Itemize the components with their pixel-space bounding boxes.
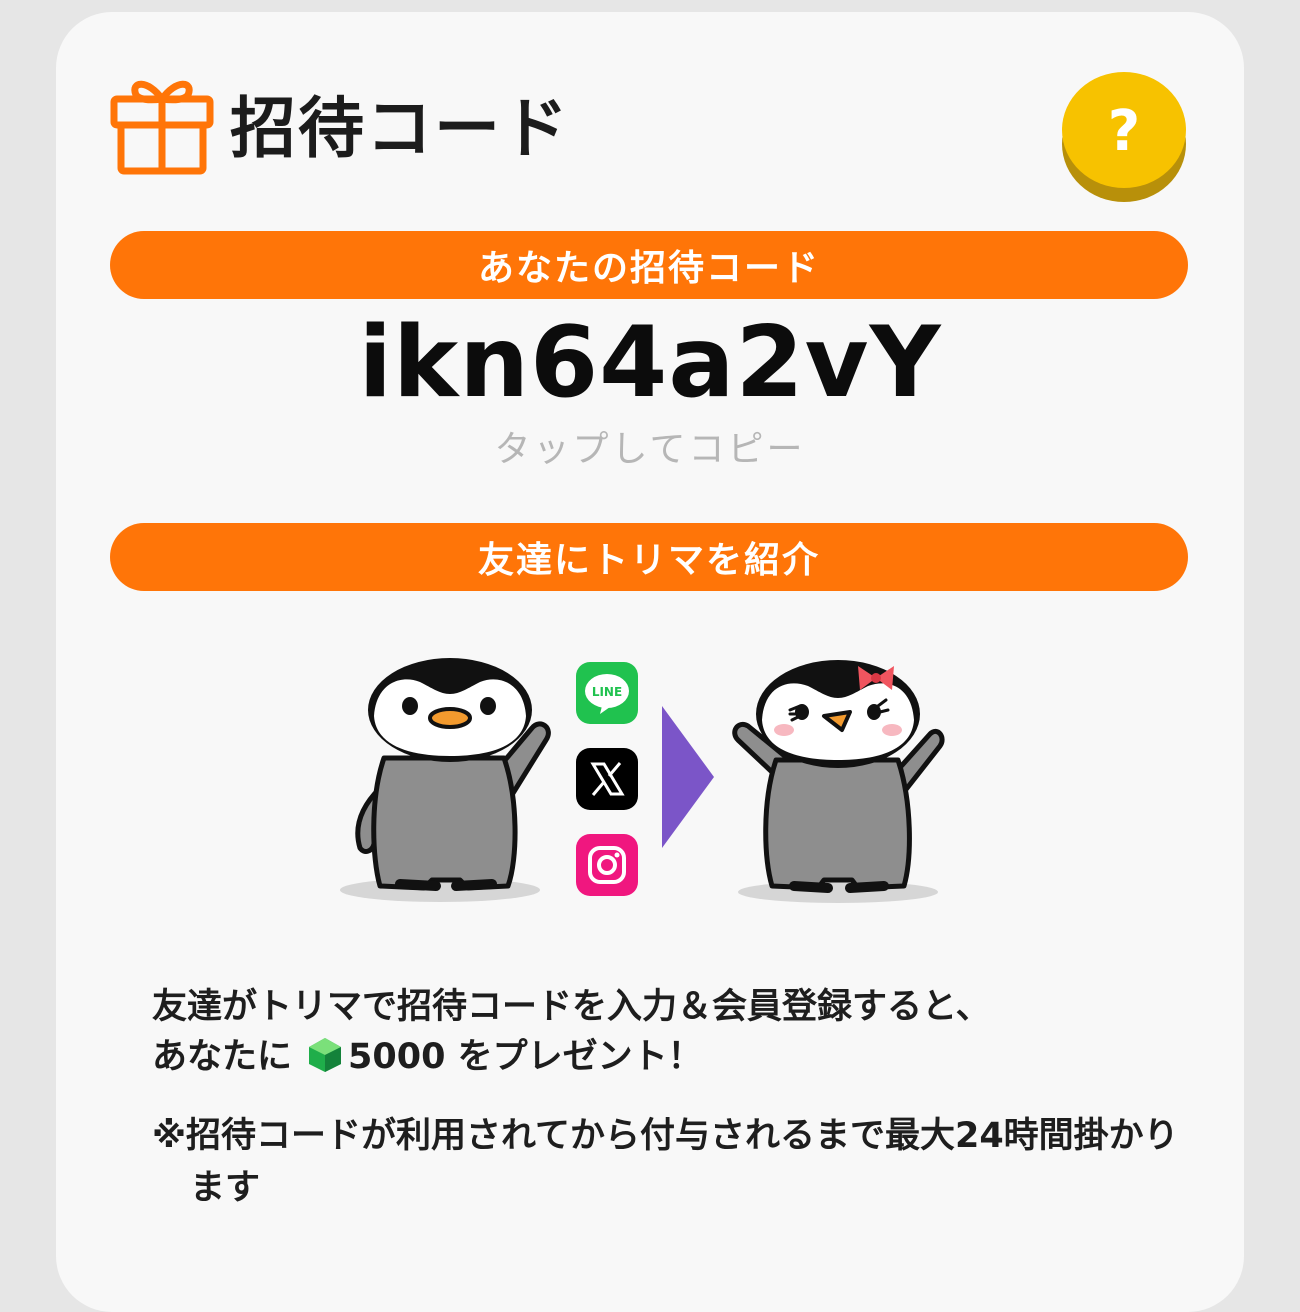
gem-icon [309, 1038, 342, 1072]
penguin-waving-icon [340, 658, 551, 902]
header: 招待コード [108, 68, 570, 178]
copy-hint[interactable]: タップしてコピー [0, 420, 1300, 472]
arrow-right-icon [662, 706, 714, 848]
reward-description-line2: あなたに 5000 をプレゼント！ [152, 1037, 703, 1077]
line-icon[interactable]: LINE [576, 662, 638, 724]
instagram-icon[interactable] [576, 834, 638, 896]
reward-amount: 5000 [348, 1037, 446, 1077]
penguin-cheering-icon [732, 660, 945, 903]
gift-icon [110, 80, 214, 175]
invite-code[interactable]: ikn64a2vY [0, 306, 1300, 420]
help-icon: ? [1108, 99, 1140, 164]
x-icon[interactable] [576, 748, 638, 810]
invite-code-label: あなたの招待コード [110, 231, 1188, 299]
reward-description: 友達がトリマで招待コードを入力＆会員登録すると、 あなたに 5000 をプレゼン… [152, 982, 1212, 1082]
reward-note: ※招待コードが利用されてから付与されるまで最大24時間掛かります [152, 1116, 1179, 1208]
svg-text:LINE: LINE [592, 685, 622, 699]
share-illustration: LINE [330, 650, 950, 920]
reward-description-line1: 友達がトリマで招待コードを入力＆会員登録すると、 [152, 987, 991, 1027]
help-button[interactable]: ? [1060, 68, 1188, 204]
page-title: 招待コード [230, 90, 570, 167]
share-with-friends-button[interactable]: 友達にトリマを紹介 [110, 523, 1188, 591]
